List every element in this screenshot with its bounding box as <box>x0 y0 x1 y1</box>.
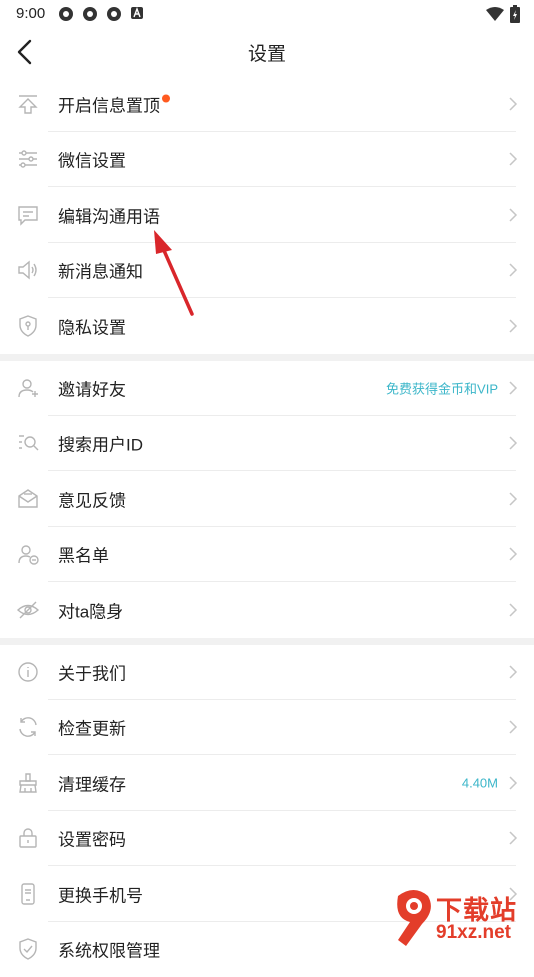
watermark-url: 91xz.net <box>436 922 511 944</box>
chevron-right-icon <box>508 262 518 278</box>
settings-group-2: 邀请好友 免费获得金币和VIP 搜索用户ID 意见反馈 黑名单 对ta隐身 <box>0 360 534 645</box>
settings-item-label: 微信设置 <box>58 147 126 172</box>
chevron-right-icon <box>508 775 518 791</box>
watermark: 下载站 91xz.net <box>392 886 532 948</box>
person-block-icon <box>16 542 40 566</box>
settings-item-invite-friends[interactable]: 邀请好友 免费获得金币和VIP <box>0 360 534 416</box>
refresh-icon <box>16 715 40 739</box>
settings-item-common-phrases[interactable]: 编辑沟通用语 <box>0 187 534 243</box>
settings-item-label: 系统权限管理 <box>58 937 160 962</box>
chevron-right-icon <box>508 96 518 112</box>
pin-top-icon <box>16 92 40 116</box>
eye-off-icon <box>16 598 40 622</box>
settings-item-notifications[interactable]: 新消息通知 <box>0 243 534 299</box>
settings-item-label: 隐私设置 <box>58 313 126 338</box>
shield-check-icon <box>16 937 40 961</box>
message-icon <box>16 203 40 227</box>
chevron-right-icon <box>508 664 518 680</box>
settings-item-blacklist[interactable]: 黑名单 <box>0 527 534 583</box>
chevron-right-icon <box>508 380 518 396</box>
shield-lock-icon <box>16 314 40 338</box>
person-add-icon <box>16 376 40 400</box>
search-list-icon <box>16 431 40 455</box>
status-time: 9:00 <box>16 5 45 22</box>
app-notification-icon <box>82 6 98 22</box>
cache-size-text: 4.40M <box>462 775 498 790</box>
app-notification-icon <box>106 6 122 22</box>
sliders-icon <box>16 147 40 171</box>
header-bar: 设置 <box>0 28 534 76</box>
settings-item-clear-cache[interactable]: 清理缓存 4.40M <box>0 755 534 811</box>
chevron-right-icon <box>508 602 518 618</box>
settings-item-label: 意见反馈 <box>58 486 126 511</box>
status-notification-icons <box>58 6 146 22</box>
battery-icon <box>510 5 520 28</box>
settings-item-label: 检查更新 <box>58 715 126 740</box>
settings-item-wechat[interactable]: 微信设置 <box>0 132 534 188</box>
settings-item-label: 设置密码 <box>58 826 126 851</box>
settings-item-label: 搜索用户ID <box>58 431 143 456</box>
lock-icon <box>16 826 40 850</box>
speaker-icon <box>16 258 40 282</box>
settings-item-label: 清理缓存 <box>58 770 126 795</box>
annotation-arrow-icon <box>150 228 200 320</box>
chevron-right-icon <box>508 546 518 562</box>
settings-item-label: 邀请好友 <box>58 375 126 400</box>
settings-item-stealth[interactable]: 对ta隐身 <box>0 582 534 638</box>
settings-item-label: 编辑沟通用语 <box>58 202 160 227</box>
app-notification-icon <box>58 6 74 22</box>
broom-icon <box>16 771 40 795</box>
phone-icon <box>16 882 40 906</box>
chevron-right-icon <box>508 491 518 507</box>
settings-item-feedback[interactable]: 意见反馈 <box>0 471 534 527</box>
chevron-right-icon <box>508 207 518 223</box>
status-bar: 9:00 <box>0 0 534 28</box>
a-notification-icon <box>130 6 146 22</box>
settings-item-label: 对ta隐身 <box>58 597 123 622</box>
chevron-right-icon <box>508 318 518 334</box>
settings-item-pin-message[interactable]: 开启信息置顶 <box>0 76 534 132</box>
settings-item-label: 黑名单 <box>58 542 109 567</box>
chevron-right-icon <box>508 435 518 451</box>
wifi-icon <box>486 7 504 26</box>
settings-item-label: 关于我们 <box>58 659 126 684</box>
info-icon <box>16 660 40 684</box>
chevron-right-icon <box>508 151 518 167</box>
settings-item-label: 更换手机号 <box>58 881 143 906</box>
settings-item-search-user-id[interactable]: 搜索用户ID <box>0 416 534 472</box>
mail-icon <box>16 487 40 511</box>
settings-item-about[interactable]: 关于我们 <box>0 644 534 700</box>
invite-promo-text: 免费获得金币和VIP <box>386 378 498 397</box>
chevron-right-icon <box>508 830 518 846</box>
settings-item-privacy[interactable]: 隐私设置 <box>0 298 534 354</box>
settings-item-set-password[interactable]: 设置密码 <box>0 811 534 867</box>
page-title: 设置 <box>0 39 534 66</box>
settings-item-label: 新消息通知 <box>58 258 143 283</box>
watermark-logo-icon <box>392 888 436 948</box>
settings-item-label: 开启信息置顶 <box>58 96 160 115</box>
settings-item-check-update[interactable]: 检查更新 <box>0 700 534 756</box>
chevron-right-icon <box>508 719 518 735</box>
settings-group-1: 开启信息置顶 微信设置 编辑沟通用语 新消息通知 隐私设置 <box>0 76 534 361</box>
new-badge-dot <box>162 94 170 102</box>
